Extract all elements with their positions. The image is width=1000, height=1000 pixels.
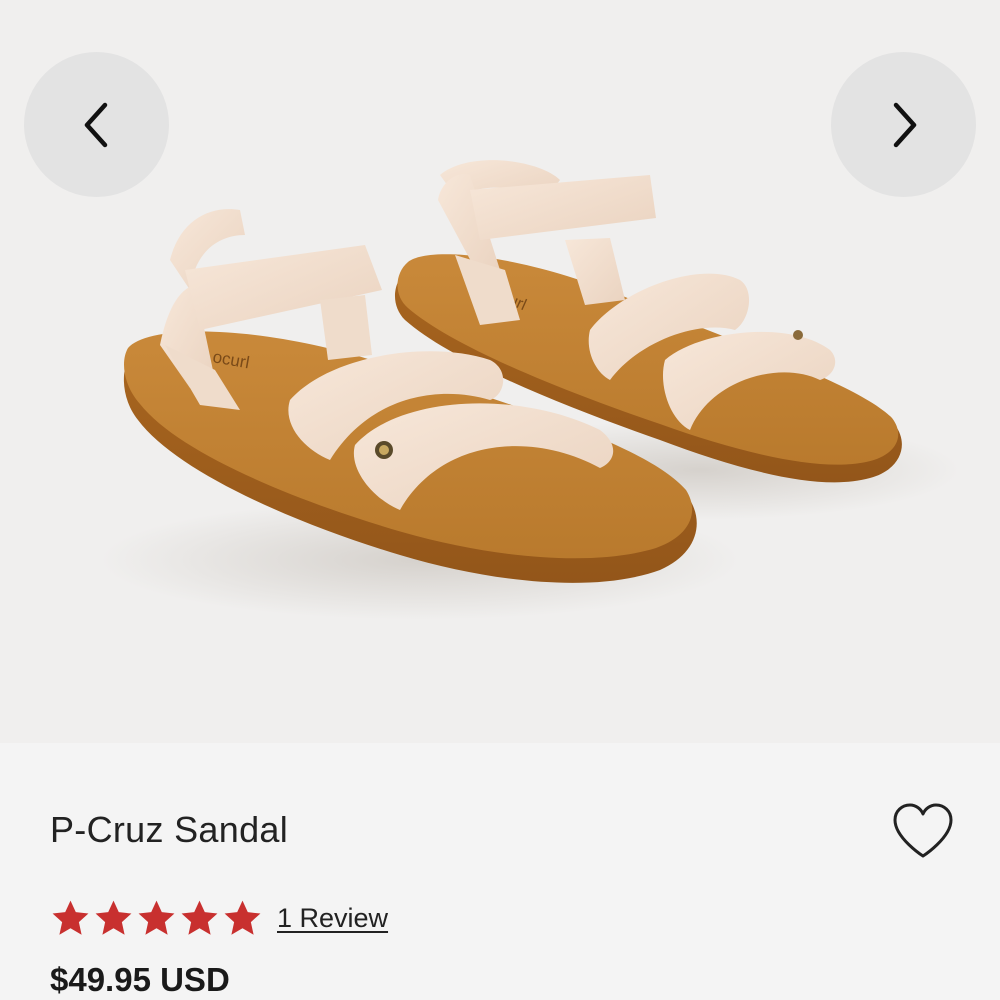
chevron-left-icon [84,102,107,147]
previous-image-button[interactable] [24,52,169,197]
heart-outline-icon [893,803,953,858]
star-icon [138,900,175,935]
product-info: P-Cruz Sandal 1 Review $49.95 USD [0,743,1000,1000]
product-title: P-Cruz Sandal [50,809,289,850]
rating-row: 1 Review [50,896,388,940]
reviews-link[interactable]: 1 Review [277,903,388,934]
wishlist-button[interactable] [890,801,956,861]
star-icon [95,900,132,935]
product-page: curl ocurl [0,0,1000,1000]
product-image-gallery: curl ocurl [0,0,1000,743]
star-icon [52,900,89,935]
product-price: $49.95 USD [50,961,230,998]
chevron-right-icon [893,102,916,147]
star-icon [224,900,261,935]
star-icon [181,900,218,935]
star-rating [50,898,263,939]
next-image-button[interactable] [831,52,976,197]
